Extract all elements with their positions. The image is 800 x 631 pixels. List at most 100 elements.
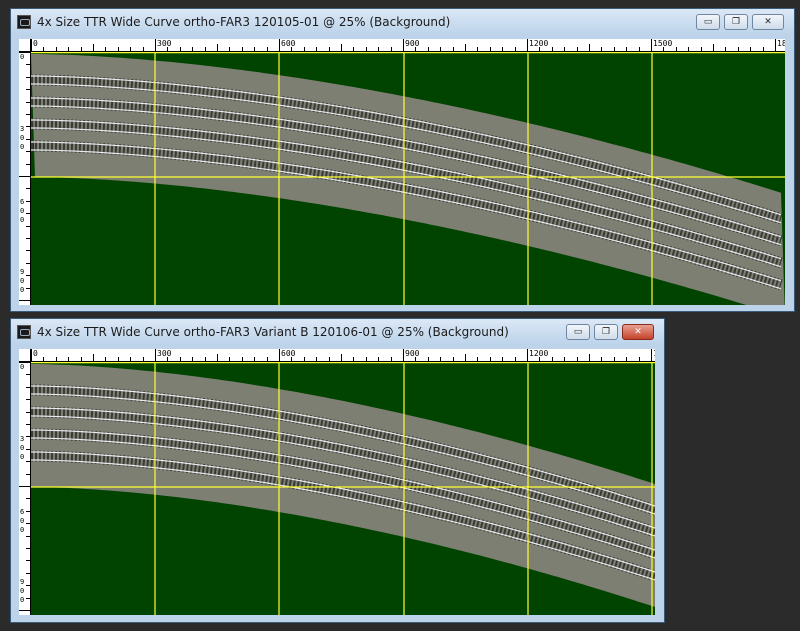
ruler-tick [639, 47, 640, 51]
document-canvas-area[interactable]: 030060090012001500180021002400 030060090… [19, 349, 655, 615]
ruler-tick [155, 349, 156, 361]
app-icon[interactable] [17, 15, 31, 29]
window-title: 4x Size TTR Wide Curve ortho-FAR3 Varian… [37, 325, 509, 339]
ruler-tick [515, 357, 516, 361]
ruler-tick [26, 139, 30, 140]
horizontal-ruler[interactable]: 03006009001200150018002100240027003000 [31, 39, 785, 52]
ruler-tick [26, 436, 30, 437]
ruler-tick [428, 357, 429, 361]
ruler-tick [26, 188, 30, 189]
ruler-tick [440, 47, 441, 51]
ruler-label: 0 [33, 349, 38, 358]
minimize-button[interactable]: ▭ [696, 14, 720, 30]
ruler-tick [601, 357, 602, 361]
maximize-button[interactable]: ❐ [594, 324, 618, 340]
document-canvas-area[interactable]: 03006009001200150018002100240027003000 0… [19, 39, 785, 305]
ruler-tick [26, 536, 30, 537]
ruler-tick [242, 47, 243, 51]
document-window-2[interactable]: 4x Size TTR Wide Curve ortho-FAR3 Varian… [10, 318, 665, 623]
close-button[interactable]: ✕ [752, 14, 784, 30]
minimize-button[interactable]: ▭ [566, 324, 590, 340]
ruler-tick [105, 47, 106, 51]
ruler-tick [155, 39, 156, 51]
ruler-tick [56, 357, 57, 361]
ruler-tick [403, 349, 404, 361]
track-curve-image [31, 52, 785, 305]
ruler-tick [490, 47, 491, 51]
ruler-tick [341, 354, 342, 361]
ruler-tick [118, 357, 119, 361]
ruler-label: 6 [20, 508, 25, 516]
title-bar[interactable]: 4x Size TTR Wide Curve ortho-FAR3 120105… [11, 9, 794, 35]
vertical-ruler[interactable]: 0300600900 [19, 52, 31, 305]
ruler-tick [688, 47, 689, 51]
ruler-label: 1800 [777, 39, 785, 48]
ruler-tick [515, 47, 516, 51]
ruler-tick [651, 349, 652, 361]
ruler-tick [254, 47, 255, 51]
ruler-tick [93, 44, 94, 51]
ruler-label: 0 [20, 517, 25, 525]
image-canvas[interactable] [31, 362, 655, 615]
ruler-tick [527, 39, 528, 51]
ruler-label: 600 [281, 349, 296, 358]
ruler-label: 6 [20, 198, 25, 206]
ruler-tick [279, 349, 280, 361]
ruler-tick [279, 39, 280, 51]
ruler-tick [304, 357, 305, 361]
ruler-origin[interactable] [19, 349, 31, 362]
ruler-tick [626, 47, 627, 51]
ruler-tick [353, 357, 354, 361]
title-bar[interactable]: 4x Size TTR Wide Curve ortho-FAR3 Varian… [11, 319, 664, 345]
ruler-tick [465, 44, 466, 51]
ruler-tick [329, 357, 330, 361]
ruler-origin[interactable] [19, 39, 31, 52]
ruler-tick [391, 47, 392, 51]
ruler-label: 0 [20, 363, 25, 371]
ruler-tick [81, 47, 82, 51]
ruler-label: 0 [20, 453, 25, 461]
vertical-ruler[interactable]: 0300600900 [19, 362, 31, 615]
ruler-tick [26, 164, 30, 165]
ruler-tick [19, 300, 30, 301]
ruler-label: 1200 [529, 39, 549, 48]
ruler-tick [403, 39, 404, 51]
ruler-label: 0 [20, 286, 25, 294]
ruler-label: 300 [157, 39, 172, 48]
image-canvas[interactable] [31, 52, 785, 305]
ruler-tick [68, 47, 69, 51]
ballast-band [31, 54, 785, 305]
ruler-tick [31, 349, 32, 361]
ruler-tick [316, 357, 317, 361]
ruler-tick [43, 47, 44, 51]
ruler-label: 0 [33, 39, 38, 48]
ruler-label: 0 [20, 216, 25, 224]
ruler-label: 0 [20, 444, 25, 452]
ruler-tick [26, 238, 30, 239]
ruler-tick [353, 47, 354, 51]
ruler-tick [304, 47, 305, 51]
ruler-tick [428, 47, 429, 51]
ruler-tick [118, 47, 119, 51]
close-button[interactable]: ✕ [622, 324, 654, 340]
ruler-tick [477, 357, 478, 361]
close-icon: ✕ [764, 17, 772, 27]
ruler-tick [701, 47, 702, 51]
document-window-1[interactable]: 4x Size TTR Wide Curve ortho-FAR3 120105… [10, 8, 795, 312]
ruler-tick [93, 354, 94, 361]
ruler-tick [676, 47, 677, 51]
ruler-tick [378, 357, 379, 361]
app-icon[interactable] [17, 325, 31, 339]
ruler-tick [750, 47, 751, 51]
ruler-tick [143, 357, 144, 361]
maximize-button[interactable]: ❐ [724, 14, 748, 30]
close-icon: ✕ [634, 327, 642, 337]
horizontal-ruler[interactable]: 030060090012001500180021002400 [31, 349, 655, 362]
ruler-tick [26, 275, 30, 276]
ruler-tick [26, 461, 30, 462]
ruler-tick [564, 47, 565, 51]
ruler-tick [26, 511, 30, 512]
ruler-label: 900 [405, 39, 420, 48]
ruler-tick [763, 47, 764, 51]
ruler-tick [143, 47, 144, 51]
